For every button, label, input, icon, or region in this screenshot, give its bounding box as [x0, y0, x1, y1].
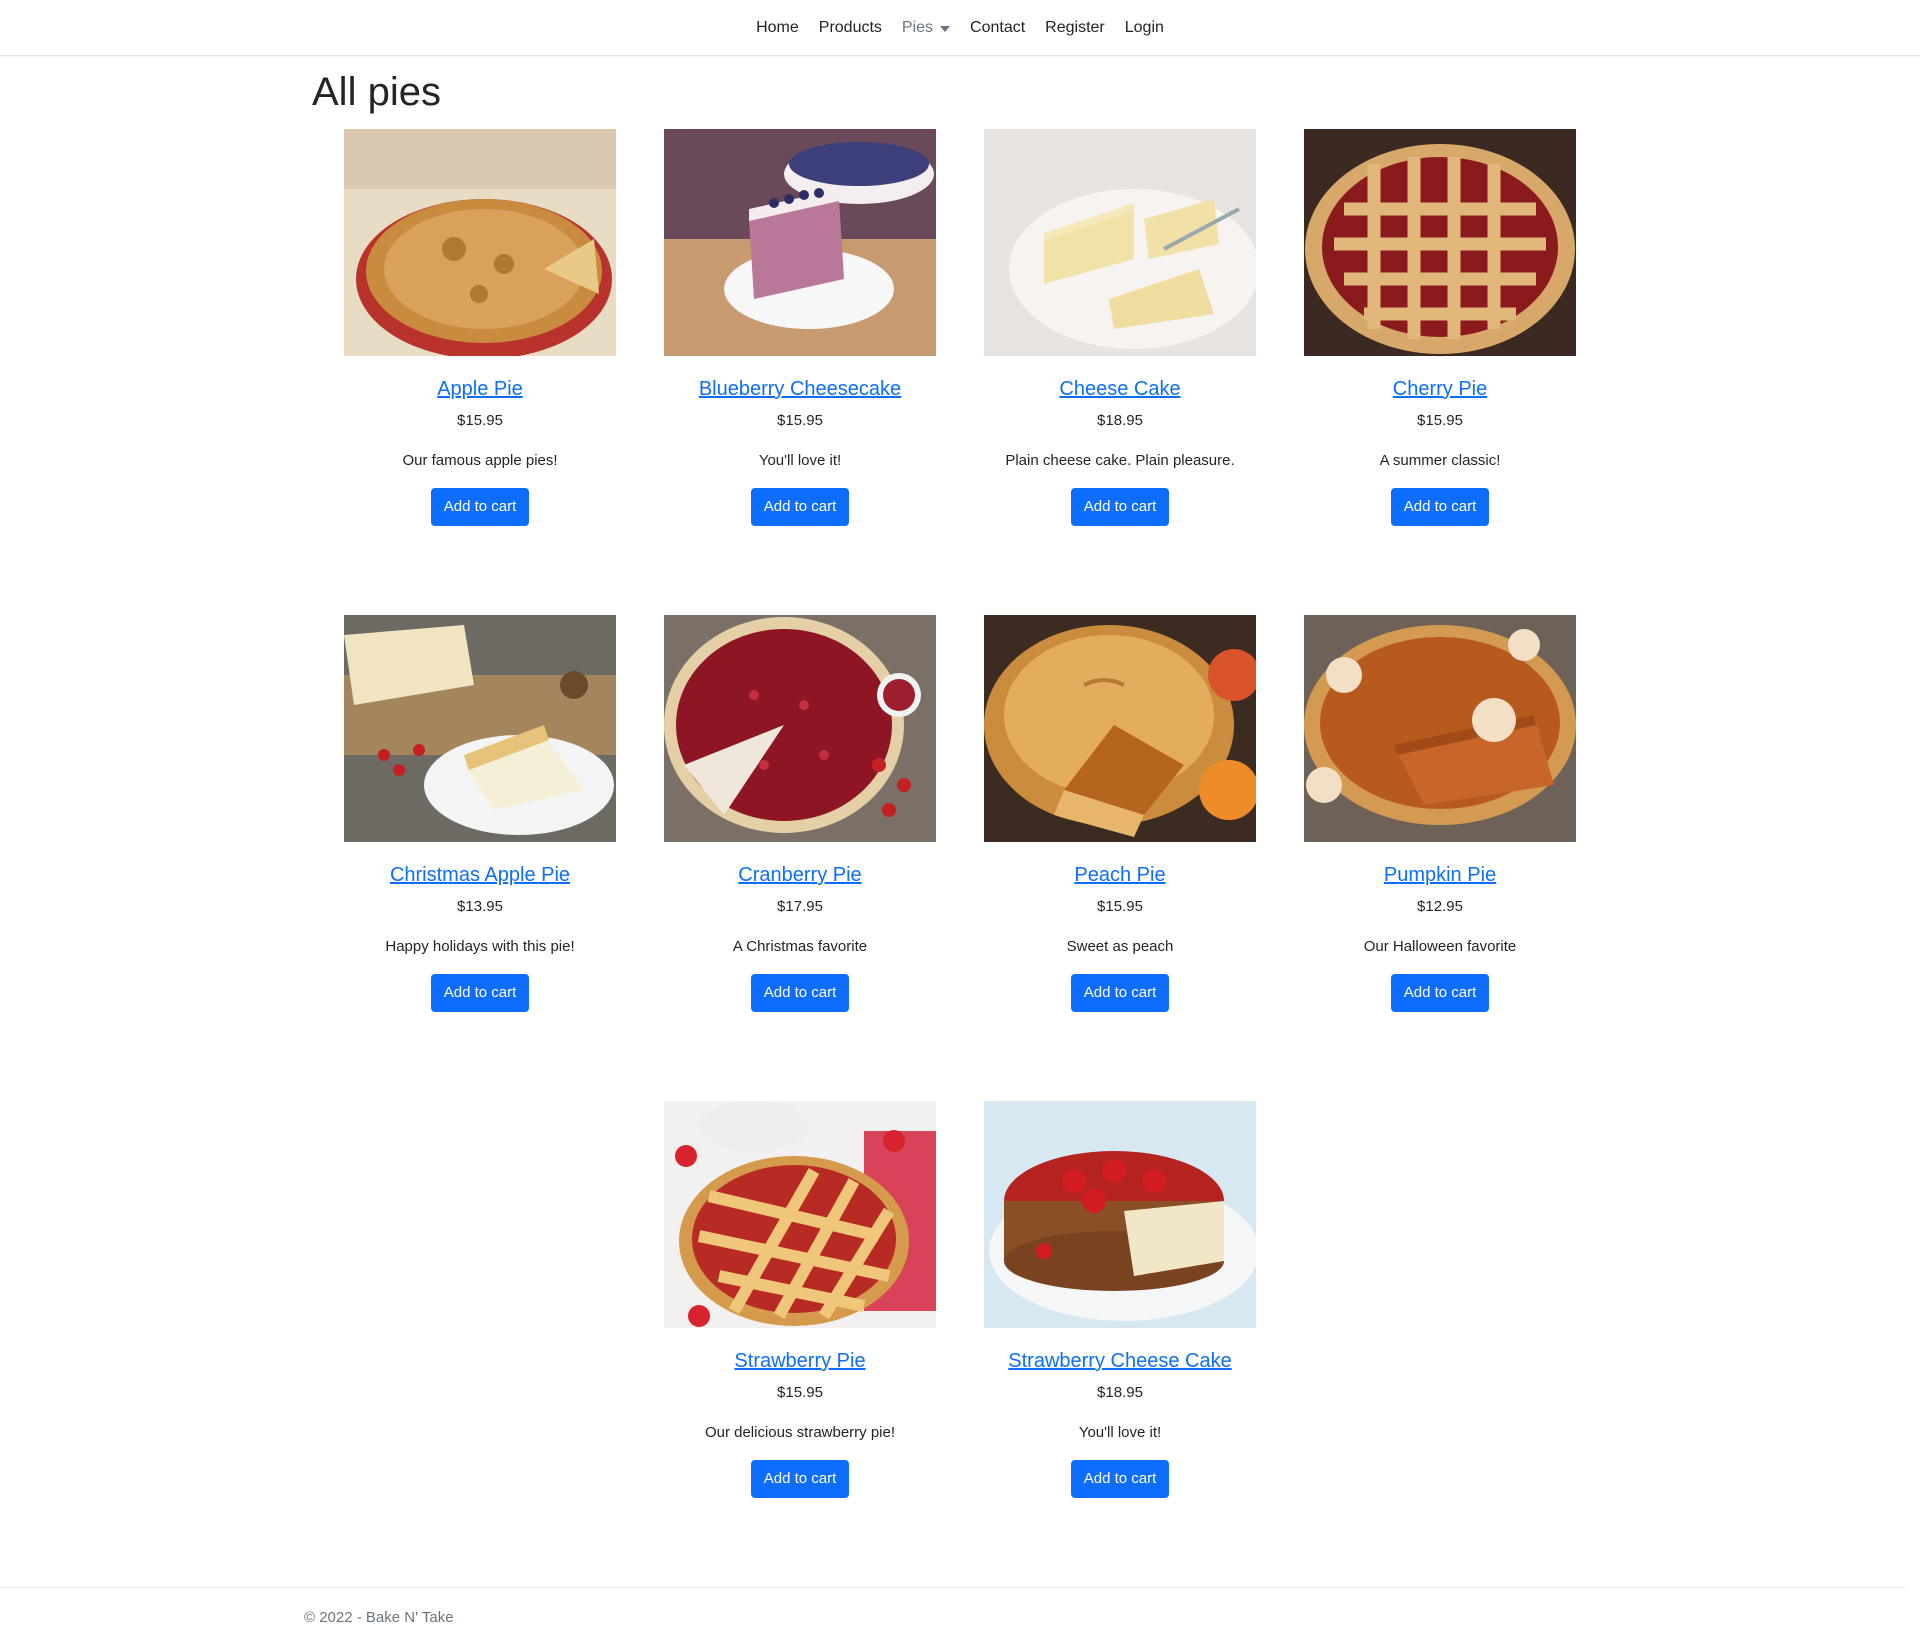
- pie-description: Our famous apple pies!: [402, 452, 558, 469]
- pie-name-link[interactable]: Peach Pie: [984, 861, 1256, 889]
- nav-products[interactable]: Products: [809, 19, 892, 37]
- nav-login[interactable]: Login: [1115, 19, 1174, 37]
- blueberry-cheesecake-image[interactable]: [664, 129, 936, 356]
- nav-contact[interactable]: Contact: [960, 19, 1035, 37]
- pie-description: Our delicious strawberry pie!: [704, 1424, 896, 1441]
- pie-description: Happy holidays with this pie!: [385, 938, 575, 955]
- pie-card: Blueberry Cheesecake $15.95 You'll love …: [664, 129, 936, 526]
- pie-card: Apple Pie $15.95 Our famous apple pies! …: [344, 129, 616, 526]
- pie-card: Christmas Apple Pie $13.95 Happy holiday…: [344, 615, 616, 1012]
- pie-card: Pumpkin Pie $12.95 Our Halloween favorit…: [1304, 615, 1576, 1012]
- strawberry-pie-image[interactable]: [664, 1101, 936, 1328]
- pie-name-link[interactable]: Strawberry Pie: [664, 1347, 936, 1375]
- add-to-cart-button[interactable]: Add to cart: [750, 1460, 850, 1498]
- footer-divider: [0, 1587, 1905, 1588]
- pie-name-link[interactable]: Christmas Apple Pie: [344, 861, 616, 889]
- pie-name-link[interactable]: Cranberry Pie: [664, 861, 936, 889]
- pie-card: Strawberry Pie $15.95 Our delicious stra…: [664, 1101, 936, 1498]
- christmas-apple-pie-image[interactable]: [344, 615, 616, 842]
- pie-description: A Christmas favorite: [732, 938, 868, 955]
- peach-pie-image[interactable]: [984, 615, 1256, 842]
- chevron-down-icon: [940, 25, 951, 32]
- pie-card: Peach Pie $15.95 Sweet as peach Add to c…: [984, 615, 1256, 1012]
- pie-card: Cranberry Pie $17.95 A Christmas favorit…: [664, 615, 936, 1012]
- add-to-cart-button[interactable]: Add to cart: [1070, 1460, 1170, 1498]
- pie-price: $12.95: [1417, 898, 1463, 915]
- pie-name-link[interactable]: Cheese Cake: [984, 375, 1256, 403]
- cheese-cake-image[interactable]: [984, 129, 1256, 356]
- add-to-cart-button[interactable]: Add to cart: [750, 488, 850, 526]
- nav-pies-label: Pies: [901, 18, 934, 36]
- add-to-cart-button[interactable]: Add to cart: [1390, 974, 1490, 1012]
- pie-price: $17.95: [777, 898, 823, 915]
- pie-description: Our Halloween favorite: [1363, 938, 1517, 955]
- add-to-cart-button[interactable]: Add to cart: [1070, 488, 1170, 526]
- pie-description: Plain cheese cake. Plain pleasure.: [1005, 452, 1235, 469]
- pie-price: $18.95: [1097, 1384, 1143, 1401]
- pie-name-link[interactable]: Blueberry Cheesecake: [664, 375, 936, 403]
- pie-name-link[interactable]: Pumpkin Pie: [1304, 861, 1576, 889]
- add-to-cart-button[interactable]: Add to cart: [430, 488, 530, 526]
- pie-price: $15.95: [777, 1384, 823, 1401]
- nav-list: Home Products Pies Contact Register Logi…: [746, 19, 1174, 37]
- pie-price: $15.95: [777, 412, 823, 429]
- pie-description: Sweet as peach: [1066, 938, 1174, 955]
- pie-name-link[interactable]: Strawberry Cheese Cake: [984, 1347, 1256, 1375]
- pie-price: $15.95: [1417, 412, 1463, 429]
- nav-home[interactable]: Home: [746, 19, 809, 37]
- strawberry-cheese-cake-image[interactable]: [984, 1101, 1256, 1328]
- pie-card: Strawberry Cheese Cake $18.95 You'll lov…: [984, 1101, 1256, 1498]
- pumpkin-pie-image[interactable]: [1304, 615, 1576, 842]
- top-navbar: Home Products Pies Contact Register Logi…: [0, 0, 1920, 56]
- add-to-cart-button[interactable]: Add to cart: [430, 974, 530, 1012]
- apple-pie-image[interactable]: [344, 129, 616, 356]
- pie-description: You'll love it!: [1078, 1424, 1162, 1441]
- pie-description: A summer classic!: [1379, 452, 1501, 469]
- add-to-cart-button[interactable]: Add to cart: [1070, 974, 1170, 1012]
- footer-copyright: © 2022 - Bake N' Take: [304, 1609, 454, 1626]
- pie-price: $15.95: [457, 412, 503, 429]
- pie-card: Cherry Pie $15.95 A summer classic! Add …: [1304, 129, 1576, 526]
- pie-name-link[interactable]: Apple Pie: [344, 375, 616, 403]
- nav-pies-dropdown[interactable]: Pies: [892, 19, 960, 37]
- pie-description: You'll love it!: [758, 452, 842, 469]
- pie-price: $15.95: [1097, 898, 1143, 915]
- pie-name-link[interactable]: Cherry Pie: [1304, 375, 1576, 403]
- pie-price: $18.95: [1097, 412, 1143, 429]
- cranberry-pie-image[interactable]: [664, 615, 936, 842]
- cherry-pie-image[interactable]: [1304, 129, 1576, 356]
- nav-register[interactable]: Register: [1035, 19, 1115, 37]
- pie-price: $13.95: [457, 898, 503, 915]
- add-to-cart-button[interactable]: Add to cart: [750, 974, 850, 1012]
- add-to-cart-button[interactable]: Add to cart: [1390, 488, 1490, 526]
- pie-card: Cheese Cake $18.95 Plain cheese cake. Pl…: [984, 129, 1256, 526]
- page-title: All pies: [312, 70, 441, 114]
